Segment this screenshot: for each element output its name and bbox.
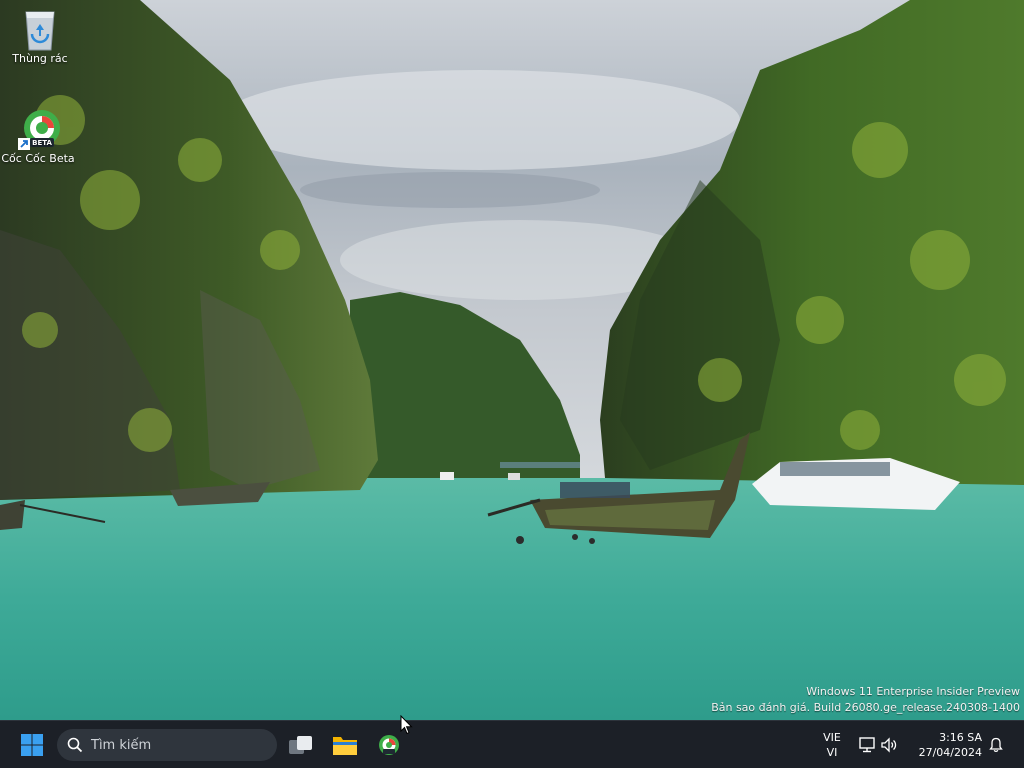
- search-placeholder: Tìm kiếm: [91, 737, 152, 753]
- desktop-icon-label: Cốc Cốc Beta: [1, 152, 75, 165]
- search-icon: [67, 737, 83, 753]
- file-explorer-icon: [333, 737, 357, 755]
- wallpaper-image: [0, 0, 1024, 720]
- volume-icon: [881, 737, 897, 753]
- coccoc-beta-icon: [379, 735, 399, 755]
- clock-date: 27/04/2024: [918, 746, 982, 759]
- quick-settings-button[interactable]: [856, 725, 900, 765]
- taskbar: Tìm kiếm VIE VI 3:16 SA 27/04/2024: [0, 720, 1024, 768]
- language-code: VIE: [823, 731, 841, 744]
- mouse-cursor-icon: [400, 715, 413, 735]
- task-view-icon: [289, 736, 312, 754]
- start-icon: [21, 734, 43, 756]
- network-icon: [859, 737, 875, 753]
- file-explorer-button[interactable]: [325, 725, 365, 765]
- desktop[interactable]: Thùng rác BETA Cốc Cốc Beta Windows 11 E…: [0, 0, 1024, 720]
- clock[interactable]: 3:16 SA 27/04/2024: [912, 730, 982, 760]
- recycle-bin-icon: [20, 8, 60, 51]
- taskbar-search-box[interactable]: Tìm kiếm: [57, 729, 277, 761]
- desktop-icon-coccoc-beta[interactable]: BETA Cốc Cốc Beta: [0, 108, 78, 165]
- clock-time: 3:16 SA: [939, 731, 982, 744]
- language-indicator[interactable]: VIE VI: [816, 730, 848, 760]
- keyboard-layout: VI: [826, 746, 838, 759]
- coccoc-beta-icon: BETA: [18, 108, 60, 150]
- watermark-edition: Windows 11 Enterprise Insider Preview: [806, 685, 1020, 698]
- desktop-icon-recycle-bin[interactable]: Thùng rác: [0, 8, 80, 65]
- task-view-button[interactable]: [281, 725, 321, 765]
- watermark-build: Bản sao đánh giá. Build 26080.ge_release…: [711, 701, 1020, 714]
- desktop-icon-label: Thùng rác: [12, 52, 68, 65]
- beta-badge: BETA: [32, 139, 52, 147]
- bell-icon: [989, 737, 1003, 753]
- start-button[interactable]: [12, 725, 52, 765]
- notifications-button[interactable]: [984, 725, 1008, 765]
